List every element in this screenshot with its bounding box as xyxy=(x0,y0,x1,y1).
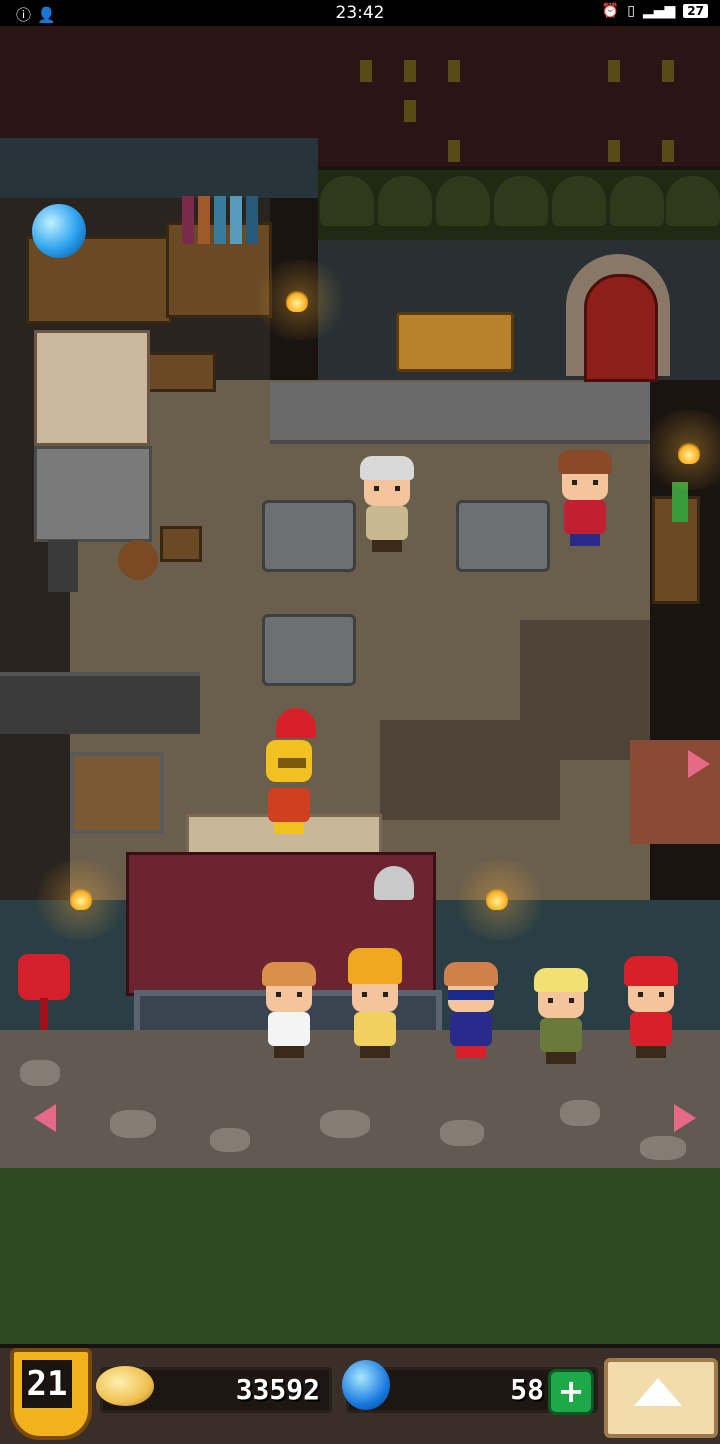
back-wall-left xyxy=(0,138,318,198)
basket-icon xyxy=(118,540,158,580)
torch-flame-icon xyxy=(678,442,700,464)
player-level: 21 xyxy=(22,1360,72,1408)
expand-up-icon xyxy=(634,1378,682,1406)
grass-field xyxy=(0,1168,720,1344)
cobblestone xyxy=(210,1128,250,1152)
cobblestone xyxy=(110,1110,156,1138)
back-railing xyxy=(270,382,650,444)
building-window xyxy=(448,140,460,162)
add-gems-button[interactable]: + xyxy=(548,1369,594,1415)
building-window xyxy=(662,60,674,82)
anvil-left[interactable] xyxy=(262,500,356,572)
wall-sign[interactable] xyxy=(396,312,514,372)
stool xyxy=(160,526,202,562)
treasure-chest[interactable] xyxy=(70,752,164,834)
character-customer-1[interactable] xyxy=(254,962,324,1058)
bush xyxy=(552,176,606,226)
building-window xyxy=(662,140,674,162)
building-window xyxy=(608,60,620,82)
bell-icon[interactable] xyxy=(374,866,414,900)
anvil-right[interactable] xyxy=(456,500,550,572)
building-window xyxy=(404,60,416,82)
vibrate-icon: ▯ xyxy=(627,3,635,19)
cobblestone xyxy=(20,1060,60,1086)
mailbox-icon[interactable] xyxy=(18,954,70,1000)
back-door[interactable] xyxy=(584,274,658,382)
status-right-icons: ⏰ ▯ ▂▄▆ 27 xyxy=(602,3,708,19)
book-icon xyxy=(182,196,194,244)
bush xyxy=(494,176,548,226)
stairs-arrow-icon[interactable] xyxy=(688,750,710,778)
bush xyxy=(610,176,664,226)
crystal-ball-icon[interactable] xyxy=(32,204,86,258)
cobblestone xyxy=(560,1100,600,1126)
character-customer-2[interactable] xyxy=(340,948,410,1058)
torch-flame-icon xyxy=(70,888,92,910)
status-bar: ⓘ👤 23:42 ⏰ ▯ ▂▄▆ 27 xyxy=(0,0,720,26)
anvil-empty[interactable] xyxy=(262,614,356,686)
gem-icon xyxy=(342,1360,390,1410)
gem-count: 58 xyxy=(510,1373,544,1406)
torch-flame-icon xyxy=(486,888,508,910)
character-blacksmith-wizard[interactable] xyxy=(352,456,422,552)
left-railing xyxy=(0,672,200,734)
coin-count: 33592 xyxy=(235,1373,320,1406)
book-icon xyxy=(246,196,258,244)
scroll-left-arrow-icon[interactable] xyxy=(34,1104,56,1132)
cobblestone xyxy=(640,1136,686,1160)
building-window xyxy=(608,140,620,162)
character-customer-3[interactable] xyxy=(436,962,506,1058)
bush xyxy=(436,176,490,226)
bush xyxy=(378,176,432,226)
floor-shadow xyxy=(380,720,560,820)
character-customer-4[interactable] xyxy=(526,968,596,1064)
building-window xyxy=(448,60,460,82)
lamp-post xyxy=(48,540,78,592)
small-table xyxy=(140,352,216,392)
furnace[interactable] xyxy=(34,330,150,446)
character-blacksmith-apprentice[interactable] xyxy=(550,450,620,546)
cobblestone xyxy=(320,1110,370,1138)
bush xyxy=(320,176,374,226)
torch-flame-icon xyxy=(286,290,308,312)
cobblestone xyxy=(440,1120,484,1146)
book-icon xyxy=(214,196,226,244)
building-window xyxy=(404,100,416,122)
coin-icon xyxy=(96,1366,154,1406)
character-hero-knight[interactable] xyxy=(254,708,328,846)
bush xyxy=(666,176,720,226)
character-customer-5[interactable] xyxy=(616,956,686,1058)
signal-icon: ▂▄▆ xyxy=(642,3,676,19)
book-icon xyxy=(230,196,242,244)
building-window xyxy=(360,60,372,82)
battery-indicator: 27 xyxy=(683,4,708,18)
alarm-icon: ⏰ xyxy=(601,3,620,19)
forge-stove[interactable] xyxy=(34,446,152,542)
book-icon xyxy=(198,196,210,244)
scroll-right-arrow-icon[interactable] xyxy=(674,1104,696,1132)
